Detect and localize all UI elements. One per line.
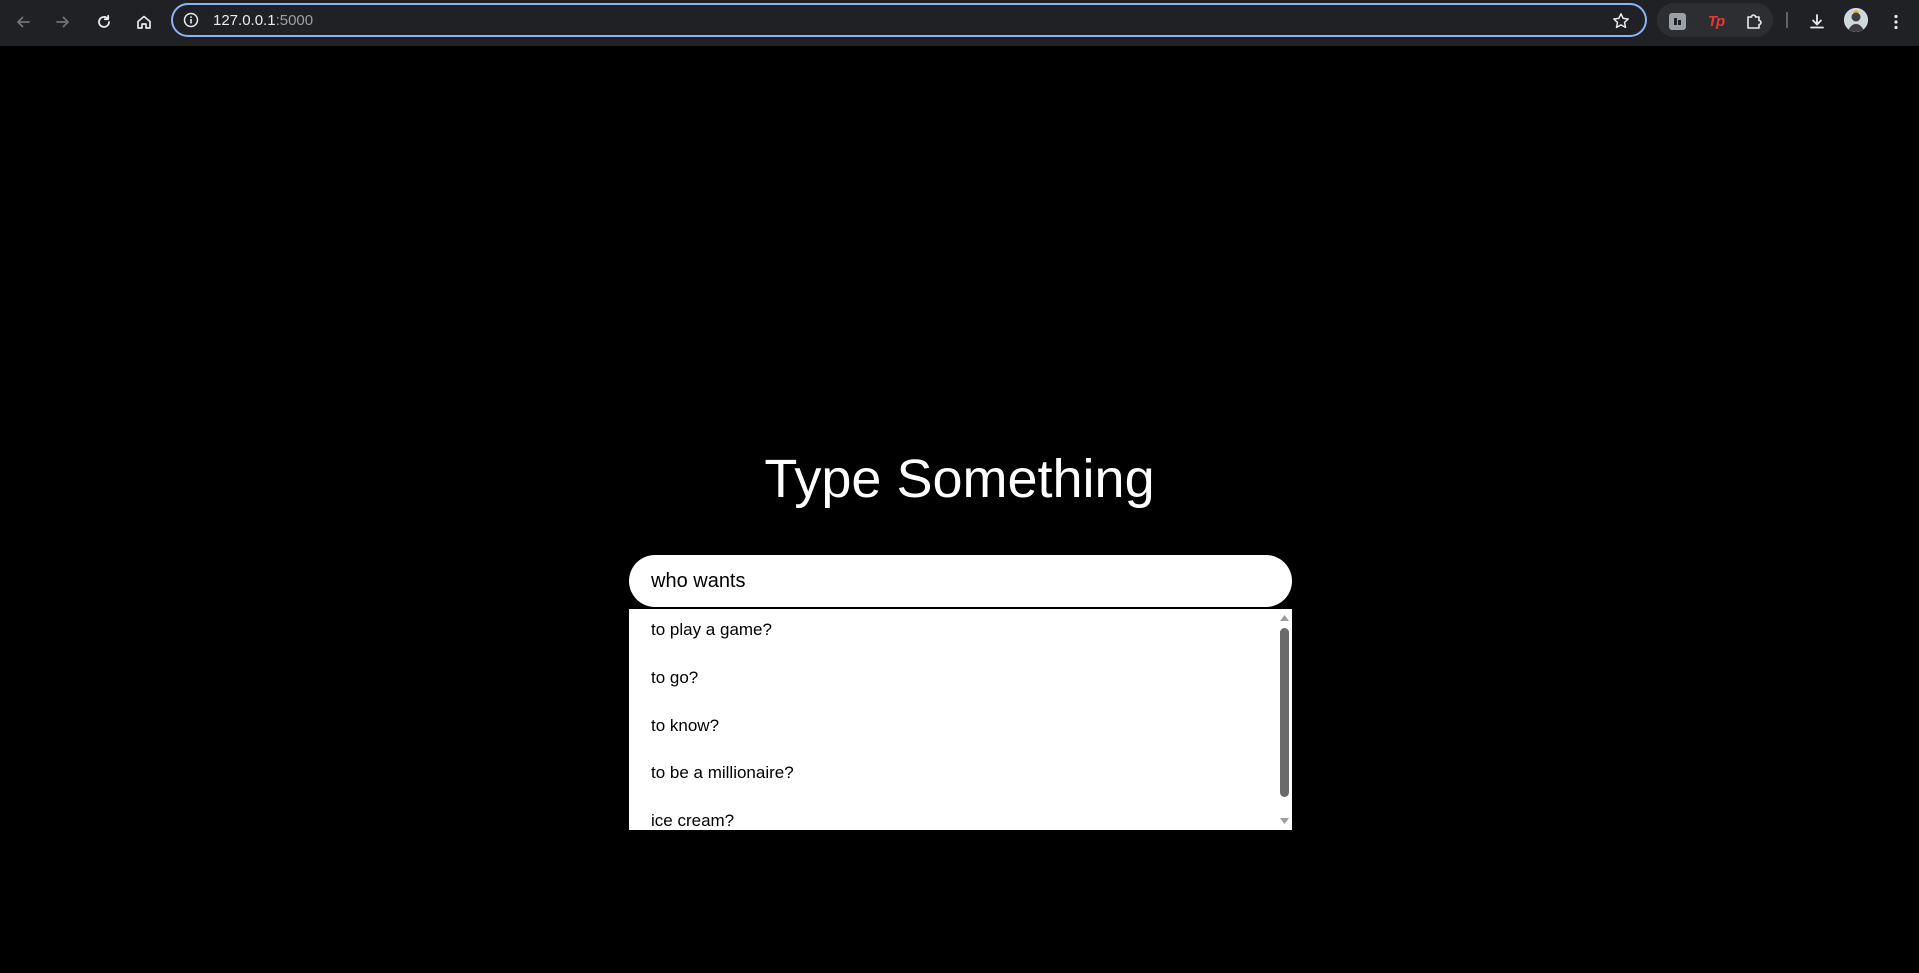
forward-button[interactable] xyxy=(47,6,79,38)
url-port: :5000 xyxy=(275,12,314,29)
search-input[interactable] xyxy=(629,555,1292,607)
extension-button-1[interactable] xyxy=(1664,8,1690,34)
suggestion-item[interactable]: ice cream? xyxy=(651,811,734,830)
suggestion-item[interactable]: to know? xyxy=(651,716,719,736)
extension-button-2[interactable]: Tp xyxy=(1703,8,1729,34)
address-bar[interactable]: 127.0.0.1:5000 xyxy=(171,3,1647,37)
extensions-menu-button[interactable] xyxy=(1741,8,1767,34)
suggestions-scrollbar[interactable] xyxy=(1277,609,1292,830)
page-title: Type Something xyxy=(764,449,1155,509)
avatar[interactable] xyxy=(1844,8,1868,32)
browser-menu-button[interactable] xyxy=(1880,6,1912,38)
url-text[interactable]: 127.0.0.1:5000 xyxy=(213,12,313,30)
extension-tile-icon xyxy=(1668,12,1686,30)
reload-button[interactable] xyxy=(88,6,120,38)
puzzle-icon xyxy=(1747,14,1762,29)
scroll-up-button[interactable] xyxy=(1279,612,1290,623)
home-icon xyxy=(137,15,151,29)
star-icon[interactable] xyxy=(1611,11,1631,31)
suggestions-dropdown[interactable]: to play a game? to go? to know? to be a … xyxy=(629,609,1292,830)
suggestion-item[interactable]: to play a game? xyxy=(651,620,772,640)
suggestion-item[interactable]: to be a millionaire? xyxy=(651,763,794,783)
url-host: 127.0.0.1 xyxy=(213,12,276,29)
download-icon xyxy=(1810,14,1824,29)
caret-up-icon xyxy=(1280,614,1289,621)
suggestion-item[interactable]: to go? xyxy=(651,668,698,688)
caret-down-icon xyxy=(1280,817,1289,824)
reload-icon xyxy=(98,14,110,28)
scroll-down-button[interactable] xyxy=(1279,815,1290,826)
back-button[interactable] xyxy=(7,6,39,38)
home-button[interactable] xyxy=(128,6,160,38)
scroll-thumb[interactable] xyxy=(1280,628,1289,797)
browser-toolbar: 127.0.0.1:5000 Tp xyxy=(0,0,1919,46)
arrow-right-icon xyxy=(56,16,69,28)
tp-extension-icon: Tp xyxy=(1707,12,1725,30)
arrow-left-icon xyxy=(17,16,30,28)
info-icon[interactable] xyxy=(182,11,200,29)
extensions-group: Tp xyxy=(1657,3,1773,37)
kebab-menu-icon xyxy=(1894,14,1898,30)
toolbar-divider xyxy=(1786,12,1788,28)
downloads-button[interactable] xyxy=(1801,6,1833,38)
page-content: Type Something to play a game? to go? to… xyxy=(0,46,1919,973)
